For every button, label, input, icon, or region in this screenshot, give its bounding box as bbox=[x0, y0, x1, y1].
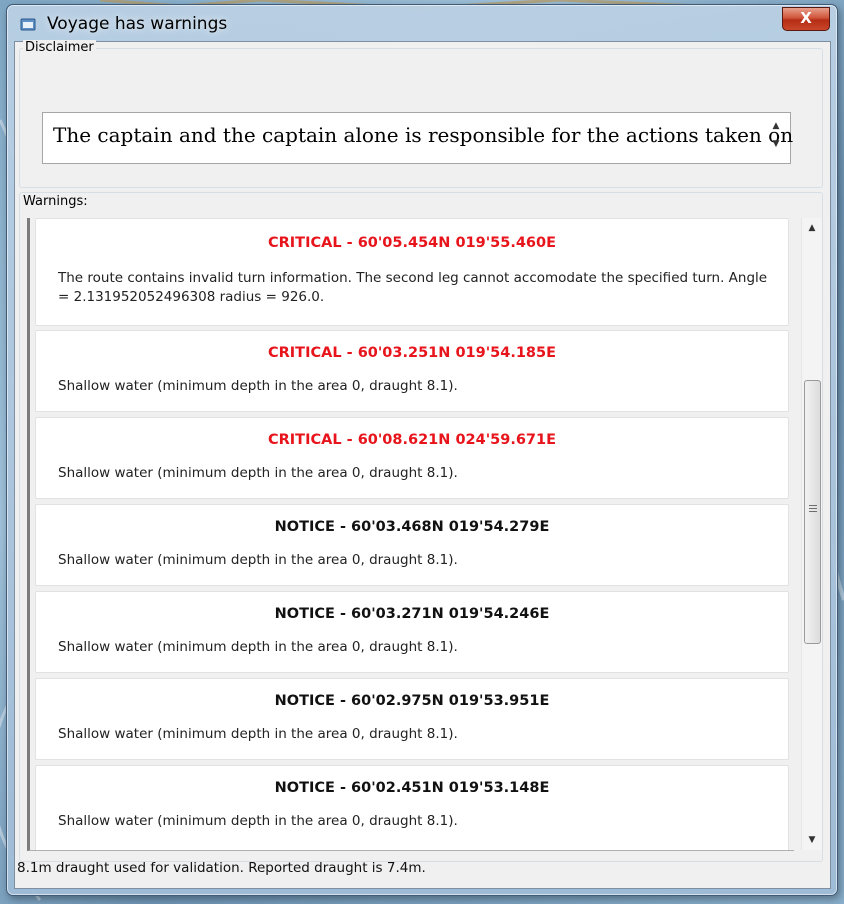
warning-message: Shallow water (minimum depth in the area… bbox=[58, 465, 458, 481]
dialog-content: Disclaimer The captain and the captain a… bbox=[14, 40, 831, 889]
scroll-up-icon[interactable]: ▲ bbox=[802, 218, 822, 238]
disclaimer-spinner[interactable]: ▲ ▼ bbox=[767, 117, 785, 157]
warning-heading: NOTICE - 60'02.451N 019'53.148E bbox=[274, 780, 550, 796]
close-button[interactable]: X bbox=[782, 7, 830, 31]
scroll-thumb[interactable] bbox=[804, 380, 821, 644]
warning-card[interactable]: NOTICE - 60'02.975N 019'53.951E Shallow … bbox=[35, 678, 789, 760]
spin-down-icon[interactable]: ▼ bbox=[767, 135, 785, 153]
warning-card[interactable]: CRITICAL - 60'03.251N 019'54.185E Shallo… bbox=[35, 330, 789, 412]
warning-message: Shallow water (minimum depth in the area… bbox=[58, 552, 458, 568]
warning-heading: CRITICAL - 60'08.621N 024'59.671E bbox=[267, 432, 557, 448]
scroll-down-icon[interactable]: ▼ bbox=[802, 830, 822, 850]
window-title: Voyage has warnings bbox=[47, 14, 228, 34]
warning-message: Shallow water (minimum depth in the area… bbox=[58, 639, 458, 655]
warnings-scrollbar[interactable]: ▲ ▼ bbox=[801, 218, 822, 850]
warnings-label: Warnings: bbox=[21, 194, 90, 209]
warning-message: Shallow water (minimum depth in the area… bbox=[58, 813, 458, 829]
warnings-list[interactable]: CRITICAL - 60'05.454N 019'55.460E The ro… bbox=[27, 218, 794, 851]
status-text: 8.1m draught used for validation. Report… bbox=[17, 860, 426, 876]
warning-message: Shallow water (minimum depth in the area… bbox=[58, 378, 458, 394]
warning-card[interactable]: NOTICE - 60'02.451N 019'53.148E Shallow … bbox=[35, 765, 789, 850]
warning-card[interactable]: CRITICAL - 60'08.621N 024'59.671E Shallo… bbox=[35, 417, 789, 499]
warning-heading: NOTICE - 60'03.468N 019'54.279E bbox=[274, 519, 550, 535]
disclaimer-textbox[interactable]: The captain and the captain alone is res… bbox=[42, 112, 794, 164]
warning-heading: NOTICE - 60'02.975N 019'53.951E bbox=[274, 693, 550, 709]
warning-heading: NOTICE - 60'03.271N 019'54.246E bbox=[274, 606, 550, 622]
warning-card[interactable]: NOTICE - 60'03.271N 019'54.246E Shallow … bbox=[35, 591, 789, 673]
warning-card[interactable]: NOTICE - 60'03.468N 019'54.279E Shallow … bbox=[35, 504, 789, 586]
disclaimer-text: The captain and the captain alone is res… bbox=[53, 123, 794, 147]
warning-message: The route contains invalid turn informat… bbox=[58, 270, 768, 305]
title-bar[interactable]: Voyage has warnings X bbox=[7, 5, 837, 41]
warning-heading: CRITICAL - 60'03.251N 019'54.185E bbox=[267, 345, 557, 361]
warning-message: Shallow water (minimum depth in the area… bbox=[58, 726, 458, 742]
warnings-dialog: Voyage has warnings X Disclaimer The cap… bbox=[6, 4, 838, 896]
spin-up-icon[interactable]: ▲ bbox=[767, 117, 785, 135]
app-window-icon bbox=[20, 18, 36, 31]
warning-card[interactable]: CRITICAL - 60'05.454N 019'55.460E The ro… bbox=[35, 218, 789, 326]
grip-icon bbox=[809, 505, 817, 515]
warning-heading: CRITICAL - 60'05.454N 019'55.460E bbox=[267, 235, 557, 251]
disclaimer-label: Disclaimer bbox=[23, 40, 96, 55]
